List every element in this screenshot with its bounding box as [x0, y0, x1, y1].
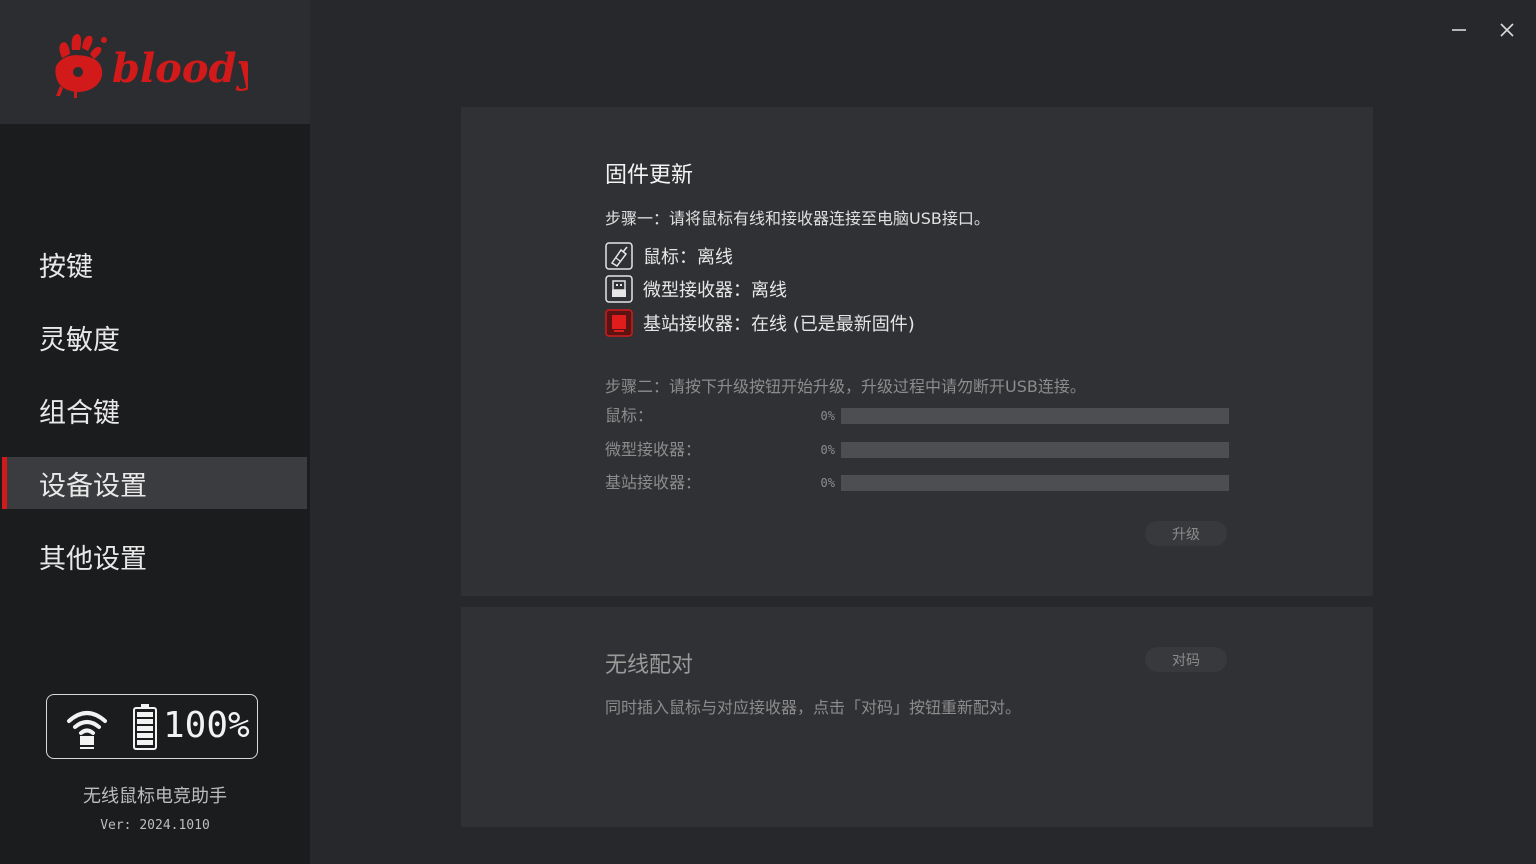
base-station-progress-row: 基站接收器： 0%: [605, 473, 1229, 493]
sidebar-item-keys[interactable]: 按键: [2, 238, 307, 290]
sidebar-item-label: 其他设置: [39, 543, 147, 575]
micro-receiver-progress-row: 微型接收器： 0%: [605, 440, 1229, 460]
close-button[interactable]: [1493, 16, 1521, 44]
battery-icon: [133, 704, 157, 750]
mouse-status: 鼠标：离线: [605, 242, 733, 270]
mouse-status-label: 鼠标：离线: [643, 247, 733, 268]
wireless-pairing-panel: 无线配对 对码 同时插入鼠标与对应接收器，点击「对码」按钮重新配对。: [461, 607, 1373, 827]
progress-bar: [841, 442, 1229, 458]
minimize-icon: [1452, 29, 1466, 31]
logo-area: bloody: [0, 0, 310, 124]
pair-button[interactable]: 对码: [1145, 647, 1227, 672]
upgrade-button[interactable]: 升级: [1145, 521, 1227, 546]
base-station-status: 基站接收器：在线 (已是最新固件): [605, 309, 915, 337]
step2-instruction: 步骤二：请按下升级按钮开始升级，升级过程中请勿断开USB连接。: [605, 377, 1086, 396]
progress-label: 基站接收器：: [605, 473, 702, 492]
progress-label: 微型接收器：: [605, 440, 702, 459]
sidebar: bloody 按键 灵敏度 组合键 设备设置 其他设置 100% 无线鼠标电竞助…: [0, 0, 310, 864]
close-icon: [1500, 23, 1514, 37]
micro-receiver-status-label: 微型接收器：离线: [643, 280, 787, 301]
progress-bar: [841, 475, 1229, 491]
wifi-icon: [67, 711, 107, 749]
firmware-update-panel: 固件更新 步骤一：请将鼠标有线和接收器连接至电脑USB接口。 鼠标：离线 微型接…: [461, 107, 1373, 596]
progress-bar: [841, 408, 1229, 424]
firmware-title: 固件更新: [605, 163, 694, 188]
base-station-icon: [605, 309, 633, 337]
base-station-status-label: 基站接收器：在线 (已是最新固件): [643, 314, 915, 335]
app-name: 无线鼠标电竞助手: [83, 786, 227, 807]
step1-instruction: 步骤一：请将鼠标有线和接收器连接至电脑USB接口。: [605, 209, 990, 228]
pairing-description: 同时插入鼠标与对应接收器，点击「对码」按钮重新配对。: [605, 698, 1022, 717]
mouse-icon: [605, 242, 633, 270]
usb-receiver-icon: [605, 275, 633, 303]
micro-receiver-status: 微型接收器：离线: [605, 275, 787, 303]
progress-percent: 0%: [820, 409, 835, 423]
battery-percentage: 100%: [163, 705, 250, 746]
sidebar-item-device-settings[interactable]: 设备设置: [2, 457, 307, 509]
mouse-progress-row: 鼠标： 0%: [605, 406, 1229, 426]
progress-label: 鼠标：: [605, 406, 654, 425]
minimize-button[interactable]: [1445, 16, 1473, 44]
sidebar-item-label: 按键: [39, 251, 93, 283]
sidebar-item-label: 组合键: [39, 397, 120, 429]
svg-text:bloody: bloody: [112, 45, 248, 92]
progress-percent: 0%: [820, 443, 835, 457]
progress-percent: 0%: [820, 476, 835, 490]
bloody-logo: bloody: [55, 34, 248, 98]
sidebar-item-label: 灵敏度: [39, 324, 120, 356]
sidebar-item-macro[interactable]: 组合键: [2, 384, 307, 436]
app-version: Ver: 2024.1010: [100, 818, 210, 833]
sidebar-item-sensitivity[interactable]: 灵敏度: [2, 311, 307, 363]
sidebar-item-label: 设备设置: [39, 470, 147, 502]
sidebar-item-other-settings[interactable]: 其他设置: [2, 530, 307, 582]
pairing-title: 无线配对: [605, 653, 694, 678]
device-status-box: 100%: [46, 694, 258, 759]
